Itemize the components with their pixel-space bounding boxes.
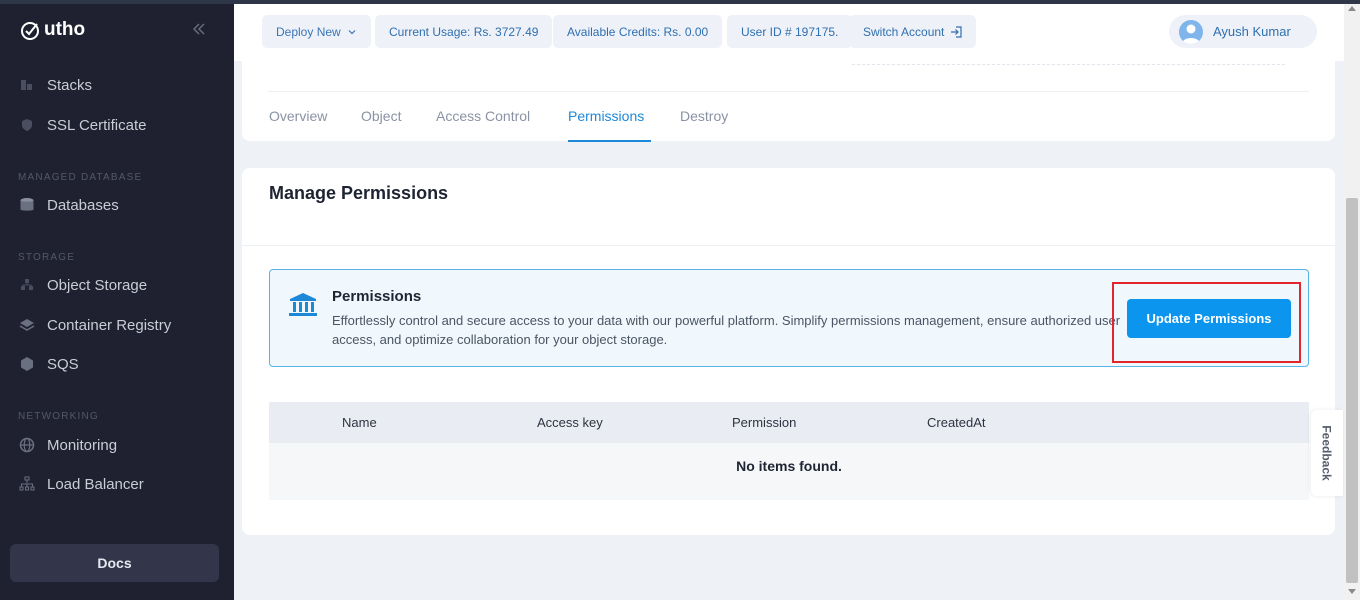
- available-credits-chip[interactable]: Available Credits: Rs. 0.00: [553, 15, 723, 48]
- section-label-managed-database: MANAGED DATABASE: [18, 172, 143, 183]
- sidebar-item-container-registry[interactable]: Container Registry: [18, 313, 171, 337]
- update-permissions-button[interactable]: Update Permissions: [1127, 299, 1291, 338]
- shield-icon: [18, 117, 35, 134]
- section-label-storage: STORAGE: [18, 252, 76, 263]
- sidebar: utho Stacks SSL Certificate MANAGED DATA…: [0, 0, 234, 600]
- tab-permissions[interactable]: Permissions: [568, 108, 644, 124]
- sidebar-item-label: Container Registry: [47, 316, 172, 334]
- layers-icon: [18, 317, 35, 334]
- sidebar-item-monitoring[interactable]: Monitoring: [18, 433, 117, 457]
- dashed-divider: [852, 64, 1285, 65]
- scroll-down-arrow-icon[interactable]: [1348, 589, 1356, 594]
- avatar: [1179, 19, 1203, 44]
- section-label-networking: NETWORKING: [18, 411, 99, 422]
- sidebar-item-label: SSL Certificate: [47, 116, 147, 134]
- top-border: [0, 0, 1360, 4]
- sidebar-item-label: Object Storage: [47, 276, 148, 294]
- sidebar-item-label: Monitoring: [47, 436, 118, 454]
- column-header-name[interactable]: Name: [342, 415, 377, 430]
- chevron-down-icon: [348, 29, 356, 34]
- sidebar-item-sqs[interactable]: SQS: [18, 352, 79, 376]
- available-credits-label: Available Credits: Rs. 0.00: [567, 24, 709, 39]
- tabs-divider: [268, 91, 1309, 92]
- user-name: Ayush Kumar: [1213, 24, 1291, 39]
- manage-permissions-card: Manage Permissions Permissions Effortles…: [242, 168, 1335, 535]
- sidebar-item-ssl-certificate[interactable]: SSL Certificate: [18, 113, 147, 137]
- sidebar-item-load-balancer[interactable]: Load Balancer: [18, 472, 144, 496]
- object-storage-icon: [18, 277, 35, 294]
- switch-account-label: Switch Account: [863, 24, 945, 39]
- page-title: Manage Permissions: [269, 183, 449, 203]
- collapse-sidebar-icon[interactable]: [192, 22, 206, 36]
- logo[interactable]: utho: [20, 19, 85, 41]
- sidebar-item-label: Databases: [47, 196, 119, 214]
- tab-overview[interactable]: Overview: [269, 108, 327, 124]
- sidebar-item-object-storage[interactable]: Object Storage: [18, 273, 147, 297]
- tabs-card: Overview Object Access Control Permissio…: [242, 61, 1335, 142]
- switch-account-button[interactable]: Switch Account: [849, 15, 977, 48]
- user-profile-menu[interactable]: Ayush Kumar: [1169, 15, 1317, 48]
- login-icon: [951, 25, 962, 38]
- feedback-label: Feedback: [1320, 425, 1335, 481]
- tab-destroy[interactable]: Destroy: [680, 108, 728, 124]
- sidebar-item-databases[interactable]: Databases: [18, 193, 119, 217]
- tab-access-control[interactable]: Access Control: [436, 108, 530, 124]
- table-header: Name Access key Permission CreatedAt: [269, 402, 1309, 443]
- user-id-label: User ID # 197175.: [741, 24, 839, 39]
- logo-text: utho: [44, 19, 86, 40]
- empty-state-text: No items found.: [736, 458, 842, 474]
- sidebar-item-label: Load Balancer: [47, 475, 144, 493]
- column-header-created-at[interactable]: CreatedAt: [927, 415, 986, 430]
- info-description: Effortlessly control and secure access t…: [332, 313, 1121, 347]
- user-id-chip[interactable]: User ID # 197175.: [727, 15, 853, 48]
- permissions-info-box: Permissions Effortlessly control and sec…: [269, 269, 1309, 367]
- active-tab-indicator: [568, 140, 651, 142]
- top-header: Deploy New Current Usage: Rs. 3727.49 Av…: [234, 4, 1344, 61]
- sidebar-item-label: Stacks: [47, 76, 93, 94]
- database-icon: [18, 197, 35, 214]
- sidebar-item-stacks[interactable]: Stacks: [18, 73, 92, 97]
- globe-icon: [18, 437, 35, 454]
- queue-icon: [18, 356, 35, 373]
- scroll-up-arrow-icon[interactable]: [1348, 6, 1356, 11]
- current-usage-chip[interactable]: Current Usage: Rs. 3727.49: [375, 15, 553, 48]
- tab-object[interactable]: Object: [361, 108, 401, 124]
- page-scrollbar[interactable]: [1344, 0, 1360, 600]
- bank-icon: [288, 292, 318, 318]
- feedback-tab[interactable]: Feedback: [1311, 410, 1343, 496]
- info-title: Permissions: [332, 288, 422, 305]
- scrollbar-thumb[interactable]: [1346, 198, 1358, 583]
- deploy-new-label: Deploy New: [276, 24, 341, 39]
- sidebar-item-label: SQS: [47, 355, 79, 373]
- table-body: No items found.: [269, 443, 1309, 500]
- permissions-table: Name Access key Permission CreatedAt No …: [269, 402, 1309, 500]
- card-divider: [242, 245, 1335, 246]
- network-icon: [18, 476, 35, 493]
- column-header-access-key[interactable]: Access key: [537, 415, 603, 430]
- deploy-new-dropdown[interactable]: Deploy New: [262, 15, 371, 48]
- logo-icon: [21, 22, 39, 40]
- docs-button[interactable]: Docs: [10, 544, 219, 582]
- current-usage-label: Current Usage: Rs. 3727.49: [389, 24, 539, 39]
- column-header-permission[interactable]: Permission: [732, 415, 796, 430]
- stacks-icon: [18, 77, 35, 94]
